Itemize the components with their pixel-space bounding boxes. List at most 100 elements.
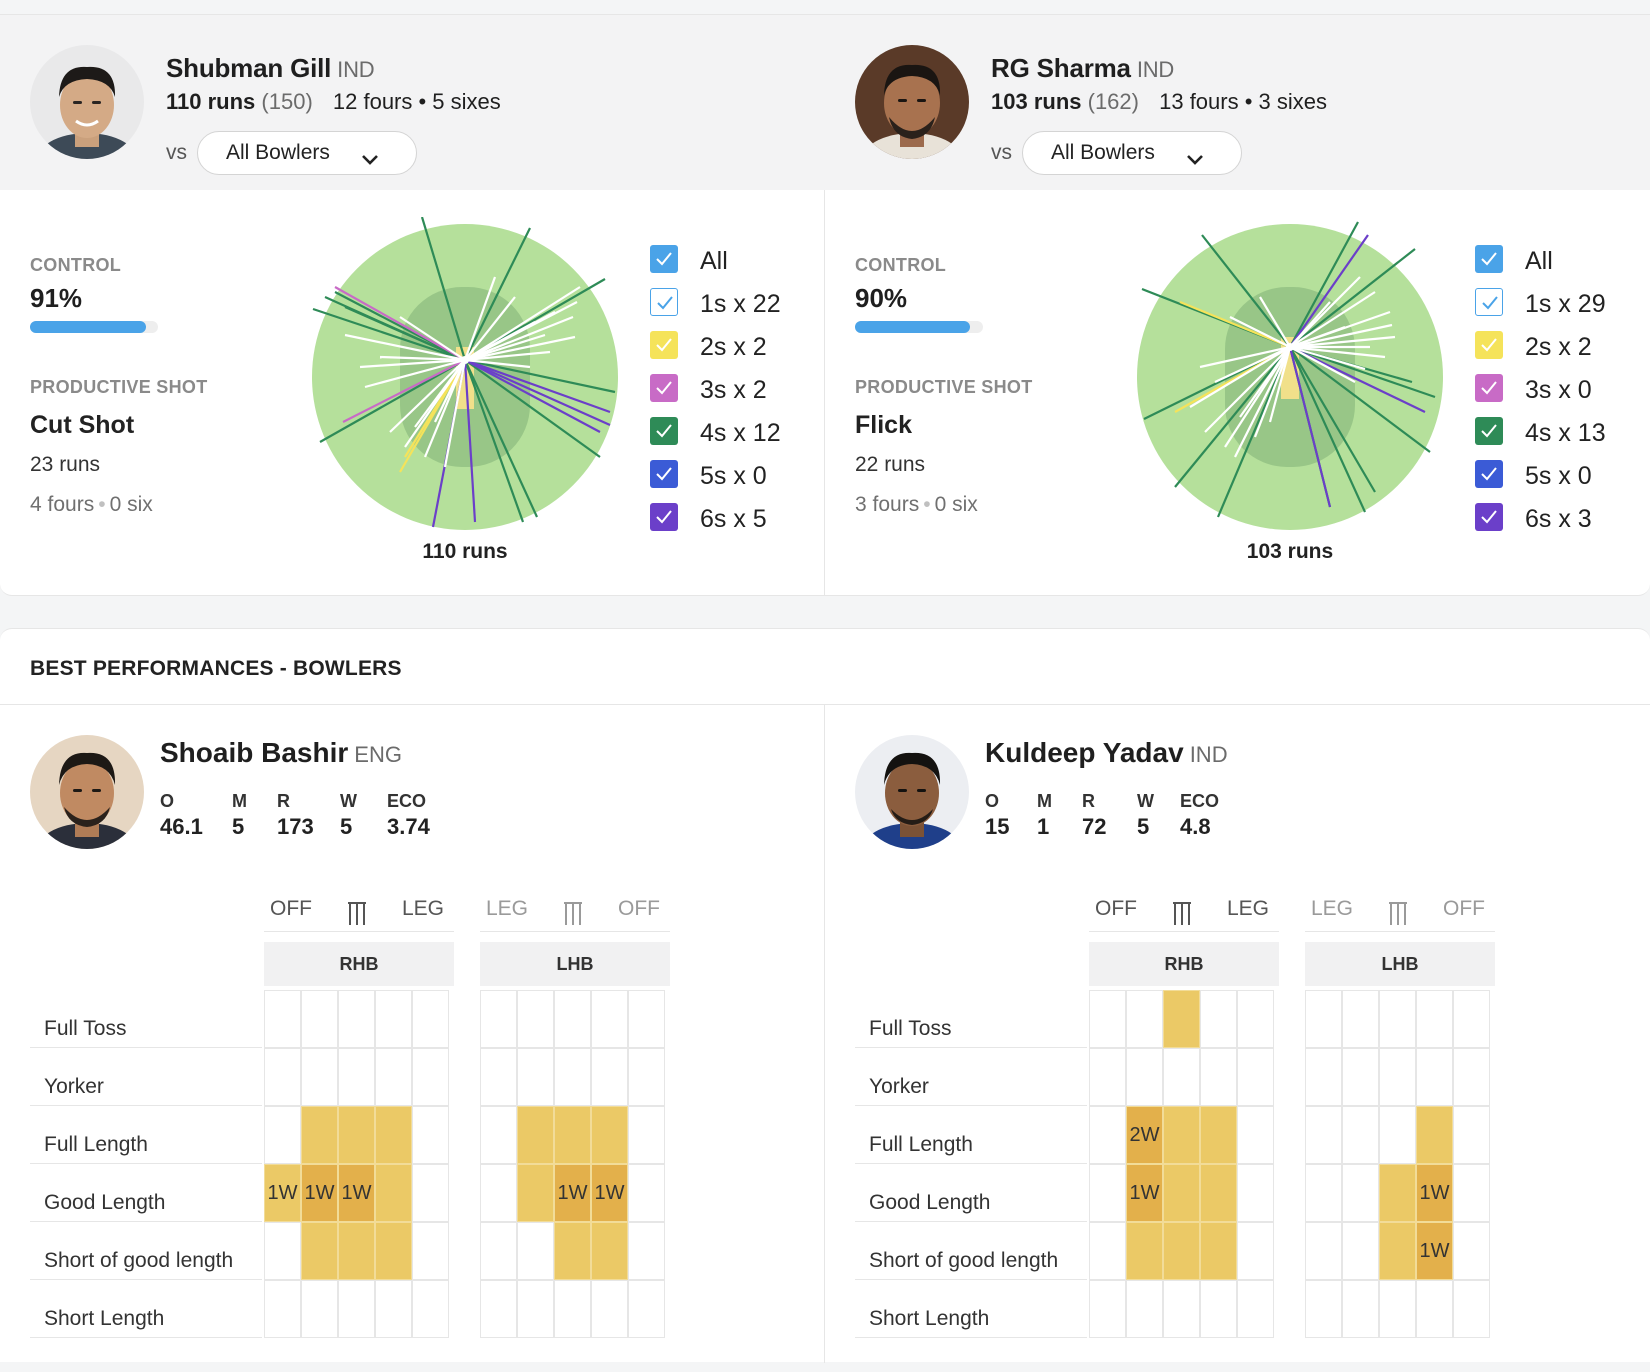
pitch-cell xyxy=(1416,1280,1453,1338)
checkbox-icon xyxy=(650,331,678,359)
pitch-cell xyxy=(301,1106,338,1164)
pitch-cell xyxy=(1163,1164,1200,1222)
length-label: Short of good length xyxy=(869,1249,1059,1272)
chevron-down-icon xyxy=(360,142,380,184)
pitch-cell xyxy=(628,1106,665,1164)
pitch-cell xyxy=(412,1048,449,1106)
pitch-cell xyxy=(480,990,517,1048)
checkbox-icon xyxy=(1475,460,1503,488)
pitch-cell xyxy=(554,1048,591,1106)
pitch-cell xyxy=(480,1222,517,1280)
pitch-cell xyxy=(301,1222,338,1280)
pitch-cell xyxy=(1237,1280,1274,1338)
pitch-cell xyxy=(554,1106,591,1164)
pitch-cell xyxy=(591,1280,628,1338)
bowler-panel: Shoaib Bashir ENG O 46.1 M5 R 173 W5 ECO 3.7… xyxy=(0,705,825,1363)
avatar xyxy=(30,45,144,159)
pitch-cell xyxy=(1200,1164,1237,1222)
stumps-icon xyxy=(1387,900,1409,931)
batter-balls: (162) xyxy=(1087,89,1139,114)
pitch-cell xyxy=(1126,990,1163,1048)
pitch-cell xyxy=(1089,1106,1126,1164)
pitch-cell xyxy=(1200,990,1237,1048)
pitch-cell xyxy=(1305,1164,1342,1222)
batter-panel: RG Sharma IND 103 runs (162) 13 fours • 3… xyxy=(825,15,1650,595)
pitch-cell xyxy=(591,1048,628,1106)
pitch-cell xyxy=(1237,990,1274,1048)
pitch-cell xyxy=(591,1106,628,1164)
pitch-cell xyxy=(1163,990,1200,1048)
batter-score: 103 runs (162) 13 fours • 3 sixes xyxy=(991,89,1327,115)
pitch-cell xyxy=(628,1280,665,1338)
batter-boundaries: 13 fours • 3 sixes xyxy=(1159,89,1327,114)
pitch-cell xyxy=(480,1048,517,1106)
length-label: Full Length xyxy=(44,1133,148,1156)
pitch-cell xyxy=(591,990,628,1048)
divider xyxy=(30,1221,262,1222)
wagon-wheel-total: 103 runs xyxy=(1246,540,1334,563)
page: Shubman Gill IND 110 runs (150) 12 fours … xyxy=(0,0,1650,1372)
pitch-cell xyxy=(375,990,412,1048)
leg-label: LEG xyxy=(1227,897,1270,920)
divider xyxy=(855,1163,1087,1164)
pitch-cell xyxy=(338,1106,375,1164)
pitch-cell xyxy=(264,1280,301,1338)
divider xyxy=(1089,931,1279,932)
length-label: Yorker xyxy=(44,1075,104,1098)
batter-panel: Shubman Gill IND 110 runs (150) 12 fours … xyxy=(0,15,825,595)
bowler-country: IND xyxy=(1189,742,1228,767)
pitch-cell xyxy=(1237,1048,1274,1106)
stat-economy: ECO 4.8 xyxy=(1180,791,1220,839)
pitch-cell xyxy=(1237,1106,1274,1164)
bowler-filter-dropdown[interactable]: All Bowlers xyxy=(1022,131,1242,175)
length-label: Short Length xyxy=(869,1307,990,1330)
wagon-wheel-total: 110 runs xyxy=(422,540,508,563)
pitch-cell xyxy=(1379,1164,1416,1222)
pitch-cell xyxy=(1379,1106,1416,1164)
pitch-cell xyxy=(554,990,591,1048)
control-bar xyxy=(30,321,158,333)
pitch-cell xyxy=(628,1164,665,1222)
bowler-filter-dropdown[interactable]: All Bowlers xyxy=(197,131,417,175)
batter-name: RG Sharma IND xyxy=(991,53,1175,83)
pitch-cell xyxy=(628,1222,665,1280)
pitch-cell xyxy=(1200,1222,1237,1280)
batter-balls: (150) xyxy=(261,89,313,114)
rhb-header: RHB xyxy=(264,942,454,986)
stat-runs: R 173 xyxy=(277,791,314,839)
vs-label: vs xyxy=(166,141,187,164)
checkbox-icon xyxy=(650,374,678,402)
chevron-down-icon xyxy=(1185,142,1205,184)
pitch-cell xyxy=(412,1222,449,1280)
productive-shot-boundaries: 4 fours • 0 six xyxy=(30,493,153,516)
control-bar-fill xyxy=(855,321,971,333)
control-value: 90% xyxy=(855,283,908,313)
divider xyxy=(30,1163,262,1164)
pitch-cell xyxy=(1453,1280,1490,1338)
productive-shot-label: PRODUCTIVE SHOT xyxy=(30,377,208,397)
pitch-cell xyxy=(1342,1106,1379,1164)
avatar xyxy=(855,45,969,159)
divider xyxy=(855,1221,1087,1222)
divider xyxy=(30,1279,262,1280)
divider xyxy=(855,1105,1087,1106)
bowler-filter-value: All Bowlers xyxy=(226,141,330,164)
pitch-cell xyxy=(554,1280,591,1338)
pitch-cell: 1W xyxy=(591,1164,628,1222)
pitch-cell xyxy=(1126,1280,1163,1338)
bowler-panel: Kuldeep Yadav IND O 15 M1 R 72 W5 ECO 4.8 OF… xyxy=(825,705,1650,1363)
pitch-cell xyxy=(1237,1164,1274,1222)
pitch-cell xyxy=(1089,1164,1126,1222)
pitch-cell xyxy=(412,1280,449,1338)
pitch-cell xyxy=(338,1280,375,1338)
pitch-cell xyxy=(264,1106,301,1164)
checkbox-icon xyxy=(650,460,678,488)
pitch-cell: 1W xyxy=(554,1164,591,1222)
off-label: OFF xyxy=(1095,897,1137,920)
batter-header: Shubman Gill IND 110 runs (150) 12 fours … xyxy=(0,15,825,190)
pitch-cell: 1W xyxy=(1416,1164,1453,1222)
checkbox-icon xyxy=(1475,288,1503,316)
pitch-cell xyxy=(338,1222,375,1280)
bowler-name: Shoaib Bashir ENG xyxy=(160,737,402,768)
stat-overs: O 46.1 xyxy=(160,791,203,839)
